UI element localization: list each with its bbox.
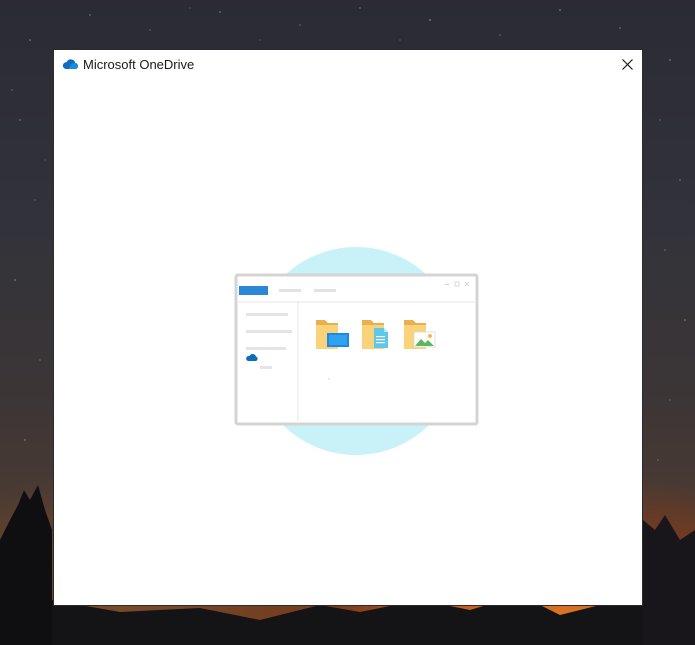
sidebar-line [246,347,286,350]
sidebar-line [246,313,288,316]
close-icon [621,58,633,70]
file-explorer-illustration [234,247,479,455]
explorer-tab-placeholder [279,289,301,292]
onedrive-window: Microsoft OneDrive [53,49,643,606]
sidebar-line [246,330,292,333]
window-title: Microsoft OneDrive [83,57,195,72]
close-button[interactable] [612,50,642,78]
sidebar-line [260,366,272,369]
explorer-placeholder-dot [328,378,330,380]
explorer-tab-active [239,286,268,295]
explorer-tab-placeholder [314,289,336,292]
title-bar[interactable]: Microsoft OneDrive [54,50,642,80]
onedrive-cloud-icon [62,59,78,70]
